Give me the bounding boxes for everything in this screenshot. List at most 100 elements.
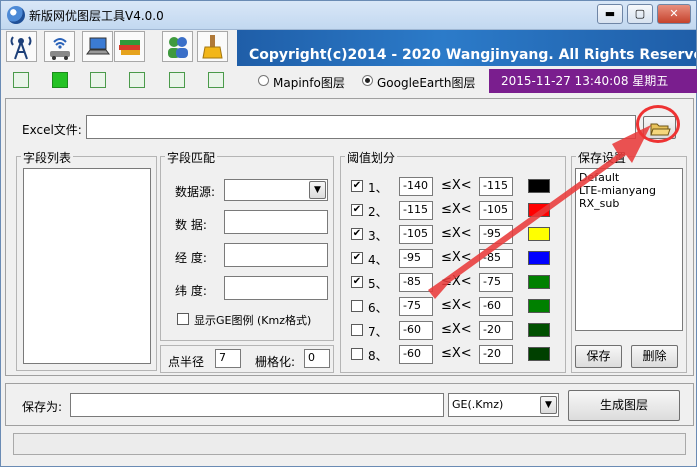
show-ge-legend-checkbox[interactable] (177, 313, 189, 325)
status-led-2 (52, 72, 68, 88)
save-button[interactable]: 保存 (575, 345, 622, 368)
books-icon[interactable] (114, 31, 145, 62)
threshold-compare: ≤X< (441, 202, 472, 217)
threshold-checkbox[interactable]: ✔ (351, 204, 363, 216)
threshold-color-swatch[interactable] (528, 251, 550, 265)
threshold-color-swatch[interactable] (528, 203, 550, 217)
threshold-index: 1、 (368, 181, 388, 195)
grid-input[interactable]: 0 (304, 349, 330, 368)
mapinfo-radio[interactable] (258, 75, 269, 86)
threshold-color-swatch[interactable] (528, 323, 550, 337)
threshold-checkbox[interactable]: ✔ (351, 276, 363, 288)
close-button[interactable]: ✕ (657, 4, 691, 24)
generate-layer-button[interactable]: 生成图层 (568, 390, 680, 421)
annotation-highlight-circle (636, 105, 680, 143)
threshold-checkbox[interactable] (351, 324, 363, 336)
threshold-color-swatch[interactable] (528, 179, 550, 193)
threshold-row: ✔ 3、 -105 ≤X< -95 (341, 225, 565, 249)
longitude-input[interactable] (224, 243, 328, 267)
threshold-max-input[interactable]: -20 (479, 345, 513, 364)
threshold-compare: ≤X< (441, 274, 472, 289)
status-row: Mapinfo图层 GoogleEarth图层 2015-11-27 13:40… (5, 69, 697, 95)
datasource-dropdown-button[interactable]: ▼ (309, 181, 326, 199)
threshold-index: 3、 (368, 229, 388, 243)
field-list-title: 字段列表 (21, 149, 74, 166)
threshold-compare: ≤X< (441, 178, 472, 193)
save-setting-item[interactable]: LTE-mianyang (579, 184, 682, 197)
threshold-checkbox[interactable]: ✔ (351, 180, 363, 192)
excel-file-input[interactable] (86, 115, 636, 139)
point-radius-label: 点半径 (168, 355, 205, 369)
copyright-text: Copyright(c)2014 - 2020 Wangjinyang. All… (249, 47, 696, 63)
threshold-min-input[interactable]: -105 (399, 225, 433, 244)
field-match-group: 字段匹配 数据源: ▼ 数 据: 经 度: 纬 度: 显示GE图例 (Kmz格式… (160, 149, 334, 341)
data-label: 数 据: (175, 218, 207, 232)
threshold-row: ✔ 5、 -85 ≤X< -75 (341, 273, 565, 297)
save-settings-list[interactable]: Default LTE-mianyang RX_sub (575, 168, 683, 331)
threshold-compare: ≤X< (441, 346, 472, 361)
threshold-min-input[interactable]: -60 (399, 321, 433, 340)
latitude-label: 纬 度: (175, 284, 207, 298)
save-as-panel: 保存为: GE(.Kmz) ▼ 生成图层 (5, 383, 694, 426)
threshold-checkbox[interactable] (351, 348, 363, 360)
threshold-max-input[interactable]: -60 (479, 297, 513, 316)
googleearth-radio-label[interactable]: GoogleEarth图层 (377, 74, 476, 91)
field-match-title: 字段匹配 (165, 149, 218, 166)
threshold-index: 6、 (368, 301, 388, 315)
threshold-index: 7、 (368, 325, 388, 339)
threshold-min-input[interactable]: -115 (399, 201, 433, 220)
threshold-max-input[interactable]: -20 (479, 321, 513, 340)
threshold-color-swatch[interactable] (528, 227, 550, 241)
threshold-checkbox[interactable]: ✔ (351, 252, 363, 264)
delete-button[interactable]: 删除 (631, 345, 678, 368)
copyright-banner: Copyright(c)2014 - 2020 Wangjinyang. All… (237, 30, 696, 66)
threshold-checkbox[interactable] (351, 300, 363, 312)
googleearth-radio[interactable] (362, 75, 373, 86)
save-setting-item[interactable]: Default (579, 171, 682, 184)
status-bar (13, 433, 686, 455)
threshold-title: 阈值划分 (345, 149, 398, 166)
datasource-label: 数据源: (175, 185, 216, 199)
threshold-min-input[interactable]: -75 (399, 297, 433, 316)
threshold-row: ✔ 1、 -140 ≤X< -115 (341, 177, 565, 201)
threshold-max-input[interactable]: -115 (479, 177, 513, 196)
laptop-icon[interactable] (82, 31, 113, 62)
mapinfo-radio-label[interactable]: Mapinfo图层 (273, 74, 345, 91)
maximize-button[interactable]: ▢ (627, 4, 653, 24)
save-setting-item[interactable]: RX_sub (579, 197, 682, 210)
threshold-checkbox[interactable]: ✔ (351, 228, 363, 240)
threshold-min-input[interactable]: -85 (399, 273, 433, 292)
minimize-button[interactable]: ▬ (597, 4, 623, 24)
threshold-color-swatch[interactable] (528, 299, 550, 313)
threshold-max-input[interactable]: -85 (479, 249, 513, 268)
latitude-input[interactable] (224, 276, 328, 300)
format-dropdown-button[interactable]: ▼ (540, 396, 557, 414)
field-list-box[interactable] (23, 168, 151, 364)
threshold-index: 8、 (368, 349, 388, 363)
threshold-max-input[interactable]: -105 (479, 201, 513, 220)
wifi-car-icon[interactable] (44, 31, 75, 62)
threshold-color-swatch[interactable] (528, 347, 550, 361)
threshold-color-swatch[interactable] (528, 275, 550, 289)
threshold-min-input[interactable]: -95 (399, 249, 433, 268)
threshold-group: 阈值划分 ✔ 1、 -140 ≤X< -115 ✔ 2、 -115 ≤X< -1… (340, 149, 566, 373)
antenna-tower-icon[interactable] (6, 31, 37, 62)
threshold-row: 7、 -60 ≤X< -20 (341, 321, 565, 345)
threshold-min-input[interactable]: -60 (399, 345, 433, 364)
threshold-index: 2、 (368, 205, 388, 219)
app-logo-icon (7, 6, 25, 24)
data-input[interactable] (224, 210, 328, 234)
save-as-input[interactable] (70, 393, 444, 417)
brush-icon[interactable] (197, 31, 228, 62)
threshold-row: ✔ 2、 -115 ≤X< -105 (341, 201, 565, 225)
threshold-row: ✔ 4、 -95 ≤X< -85 (341, 249, 565, 273)
title-bar: 新版网优图层工具V4.0.0 ▬ ▢ ✕ (1, 1, 696, 30)
threshold-max-input[interactable]: -75 (479, 273, 513, 292)
threshold-min-input[interactable]: -140 (399, 177, 433, 196)
status-led-4 (129, 72, 145, 88)
users-icon[interactable] (162, 31, 193, 62)
threshold-max-input[interactable]: -95 (479, 225, 513, 244)
field-list-group: 字段列表 (16, 149, 157, 371)
save-as-label: 保存为: (22, 400, 63, 414)
point-radius-input[interactable]: 7 (215, 349, 241, 368)
